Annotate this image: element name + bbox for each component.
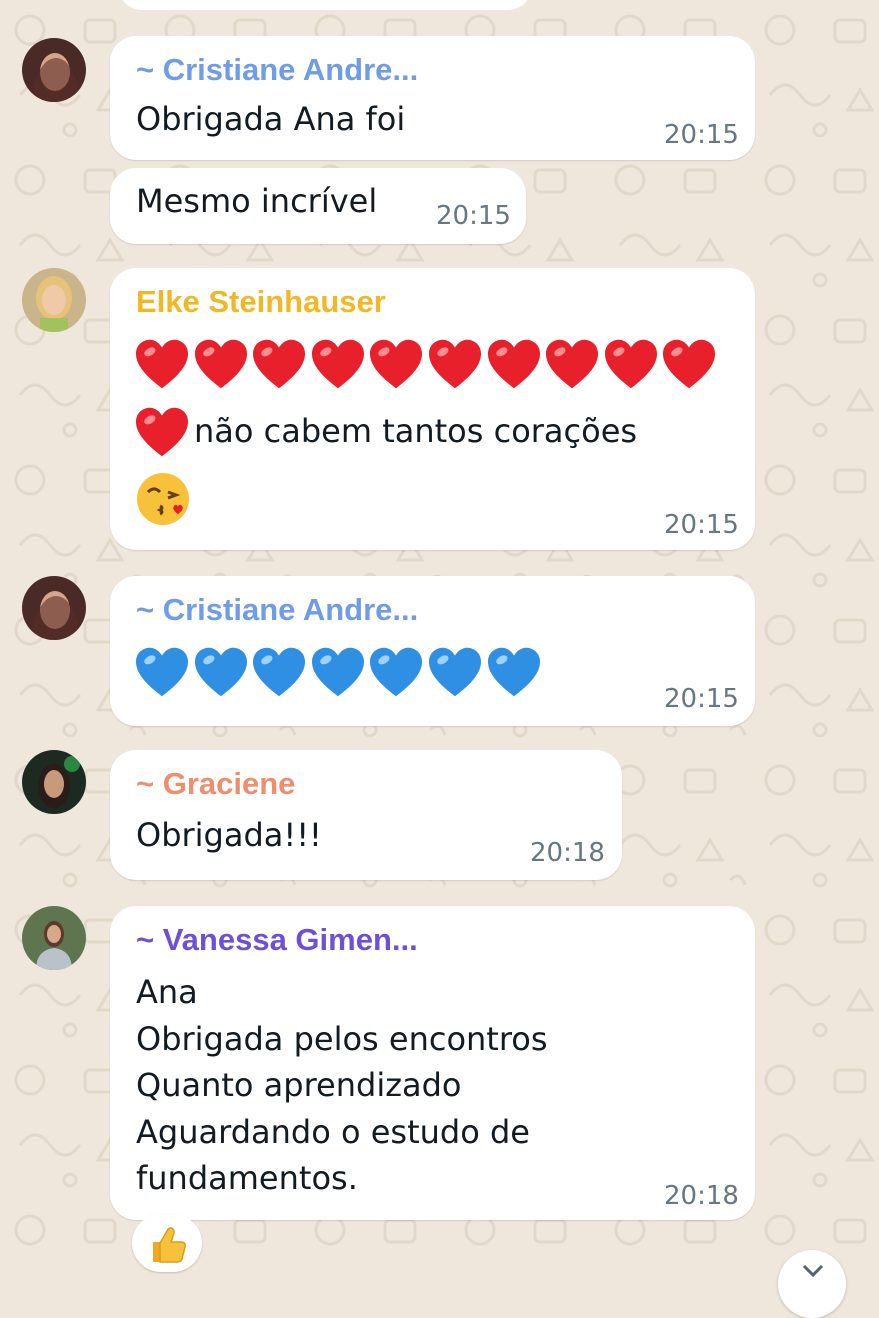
avatar-vanessa[interactable] <box>22 906 86 970</box>
blue-heart-icon <box>487 647 540 697</box>
message-line: fundamentos. <box>136 1159 358 1197</box>
previous-message-bubble <box>118 0 532 10</box>
sender-name[interactable]: Elke Steinhauser <box>136 284 386 320</box>
red-heart-icon <box>194 339 247 389</box>
red-heart-icon <box>546 339 599 389</box>
message-text: Obrigada Ana foi <box>136 100 406 138</box>
avatar-cristiane[interactable] <box>22 576 86 640</box>
thumbs-up-icon <box>153 1227 186 1263</box>
blue-heart-icon <box>311 647 364 697</box>
message-timestamp: 20:15 <box>664 120 739 150</box>
message-timestamp: 20:18 <box>530 838 605 868</box>
avatar-cristiane[interactable] <box>22 38 86 102</box>
red-heart-icon <box>370 339 423 389</box>
red-heart-icon <box>428 339 481 389</box>
message-text: Mesmo incrível <box>136 182 378 220</box>
message-bubble[interactable]: Mesmo incrível 20:15 <box>110 168 526 244</box>
blue-heart-icon <box>428 647 481 697</box>
red-heart-icon <box>487 339 540 389</box>
message-timestamp: 20:18 <box>664 1181 739 1211</box>
message-line: Quanto aprendizado <box>136 1066 462 1104</box>
red-heart-icon <box>311 339 364 389</box>
sender-name[interactable]: ~ Graciene <box>136 766 295 802</box>
message-bubble[interactable]: ~ Vanessa Gimen... Ana Obrigada pelos en… <box>110 906 755 1220</box>
sender-name[interactable]: ~ Cristiane Andre... <box>136 592 418 628</box>
message-text: não cabem tantos corações <box>194 412 638 450</box>
blue-heart-icon <box>370 647 423 697</box>
avatar-elke[interactable] <box>22 268 86 332</box>
message-bubble[interactable]: ~ Graciene Obrigada!!! 20:18 <box>110 750 622 880</box>
message-line: Aguardando o estudo de <box>136 1113 530 1151</box>
red-heart-row-2 <box>134 406 193 458</box>
blue-hearts-row <box>134 646 544 698</box>
avatar-graciene[interactable] <box>22 750 86 814</box>
red-hearts-row <box>134 338 720 390</box>
blue-heart-icon <box>194 647 247 697</box>
red-heart-icon <box>604 339 657 389</box>
message-bubble[interactable]: ~ Cristiane Andre... Obrigada Ana foi 20… <box>110 36 755 160</box>
message-bubble[interactable]: ~ Cristiane Andre... 20:15 <box>110 576 755 726</box>
red-heart-icon <box>663 339 716 389</box>
chevron-down-icon <box>802 1264 824 1278</box>
red-heart-icon <box>253 339 306 389</box>
sender-name[interactable]: ~ Vanessa Gimen... <box>136 922 418 958</box>
message-line: Ana <box>136 973 198 1011</box>
message-timestamp: 20:15 <box>436 201 511 231</box>
red-heart-icon <box>136 407 188 457</box>
message-timestamp: 20:15 <box>664 684 739 714</box>
sender-name[interactable]: ~ Cristiane Andre... <box>136 52 418 88</box>
message-timestamp: 20:15 <box>664 510 739 540</box>
blue-heart-icon <box>136 647 188 697</box>
reaction-pill[interactable] <box>132 1214 202 1272</box>
blue-heart-icon <box>253 647 306 697</box>
message-text: Obrigada!!! <box>136 816 322 854</box>
red-heart-icon <box>136 339 188 389</box>
scroll-to-bottom-button[interactable] <box>778 1250 846 1318</box>
kissing-face-icon <box>137 473 189 525</box>
message-line: Obrigada pelos encontros <box>136 1020 548 1058</box>
message-bubble[interactable]: Elke Steinhauser não cabem tantos coraçõ… <box>110 268 755 550</box>
